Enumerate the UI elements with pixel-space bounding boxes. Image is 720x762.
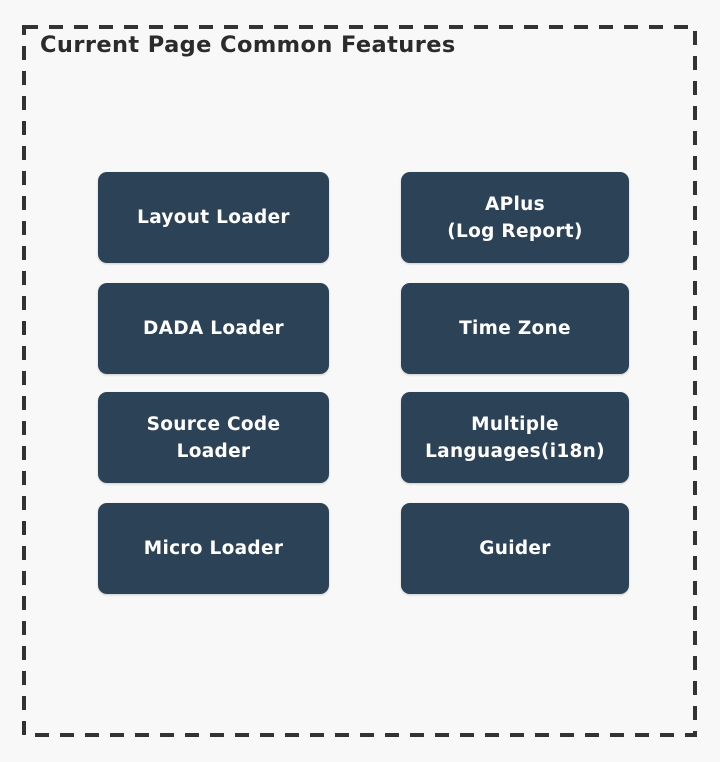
feature-label: Micro Loader — [143, 538, 284, 559]
feature-label: Guider — [479, 538, 551, 559]
feature-label: Time Zone — [459, 318, 571, 339]
feature-label: Source Code Loader — [146, 413, 281, 462]
feature-label: APlus (Log Report) — [447, 193, 583, 242]
feature-label: Multiple Languages(i18n) — [425, 413, 605, 462]
page-title: Current Page Common Features — [40, 32, 456, 58]
feature-label: Layout Loader — [137, 207, 290, 228]
feature-box-micro-loader[interactable]: Micro Loader — [98, 503, 329, 594]
feature-grid: Layout Loader APlus (Log Report) DADA Lo… — [98, 172, 629, 594]
feature-box-dada-loader[interactable]: DADA Loader — [98, 283, 329, 374]
feature-box-layout-loader[interactable]: Layout Loader — [98, 172, 329, 263]
feature-box-multiple-languages[interactable]: Multiple Languages(i18n) — [401, 392, 629, 483]
feature-box-source-code-loader[interactable]: Source Code Loader — [98, 392, 329, 483]
feature-box-aplus-log-report[interactable]: APlus (Log Report) — [401, 172, 629, 263]
feature-label: DADA Loader — [143, 318, 284, 339]
feature-box-time-zone[interactable]: Time Zone — [401, 283, 629, 374]
feature-box-guider[interactable]: Guider — [401, 503, 629, 594]
diagram-canvas: Current Page Common Features Layout Load… — [0, 0, 720, 762]
